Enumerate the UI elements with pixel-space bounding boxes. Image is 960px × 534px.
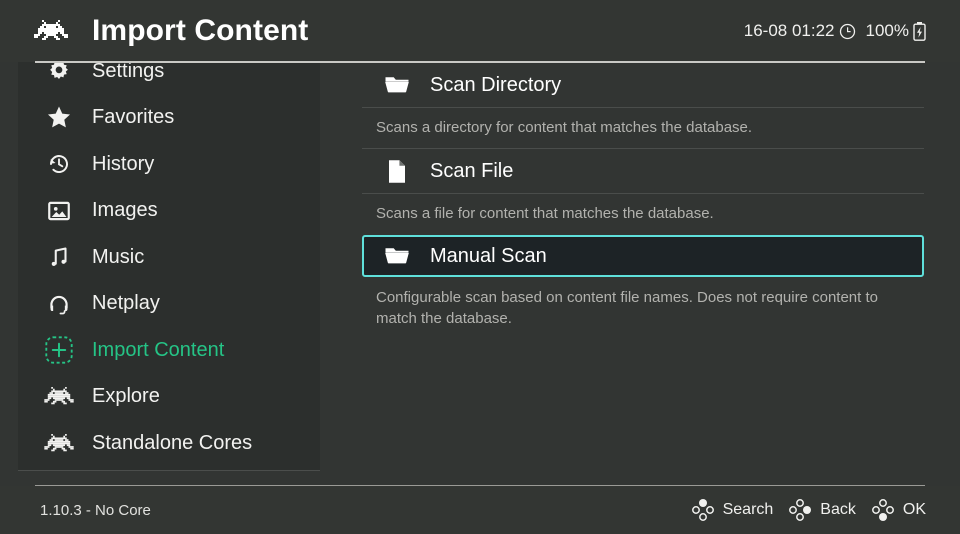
content-entry-scan-directory[interactable]: Scan Directory xyxy=(362,62,924,108)
music-icon xyxy=(46,244,72,270)
sidebar-item-netplay[interactable]: Netplay xyxy=(18,281,320,328)
history-icon-wrapper xyxy=(40,147,78,181)
hint-label: OK xyxy=(902,501,926,518)
invader-icon-wrapper xyxy=(40,380,78,414)
sidebar-item-standalone-cores[interactable]: Standalone Cores xyxy=(18,420,320,467)
sidebar-item-music[interactable]: Music xyxy=(18,234,320,281)
clock-icon xyxy=(839,23,855,39)
pad-right-icon xyxy=(789,499,812,521)
invader-icon xyxy=(34,20,68,42)
content-list: Scan Directory Scans a directory for cont… xyxy=(362,62,924,339)
page-title: Import Content xyxy=(92,14,309,47)
invader-icon-wrapper xyxy=(40,426,78,460)
content-entry-description: Scans a directory for content that match… xyxy=(376,119,753,136)
image-icon xyxy=(46,198,72,224)
image-icon-wrapper xyxy=(40,194,78,228)
folder-icon xyxy=(384,245,410,267)
battery-percent-label: 100% xyxy=(865,21,909,40)
sidebar-item-label: Music xyxy=(92,245,145,268)
sidebar-item-history[interactable]: History xyxy=(18,141,320,188)
file-icon-wrapper xyxy=(382,158,412,184)
hint-label: Search xyxy=(722,501,774,518)
sidebar-item-images[interactable]: Images xyxy=(18,188,320,235)
sidebar-item-label: Settings xyxy=(92,59,165,82)
sidebar-bottom-divider xyxy=(18,470,320,471)
sidebar-item-favorites[interactable]: Favorites xyxy=(18,95,320,142)
star-icon xyxy=(45,104,73,131)
hint-ok[interactable]: OK xyxy=(871,499,926,521)
version-label: 1.10.3 - No Core xyxy=(40,501,151,519)
folder-icon xyxy=(384,74,410,96)
pad-down-icon xyxy=(871,499,894,521)
sidebar-nav-list: Settings Favorites History Images Music Netpl… xyxy=(18,48,320,467)
content-entry-description: Configurable scan based on content file … xyxy=(376,289,878,327)
sidebar-item-import-content[interactable]: Import Content xyxy=(18,327,320,374)
hint-search[interactable]: Search xyxy=(691,499,774,521)
content-entry-label: Scan Directory xyxy=(430,73,562,96)
folder-icon-wrapper xyxy=(382,243,412,269)
retroarch-menu-screen: Import Content 16-08 01:22 100% Settings… xyxy=(0,0,960,534)
pad-up-icon xyxy=(691,499,714,521)
header-bar: Import Content 16-08 01:22 100% xyxy=(0,0,960,62)
netplay-icon xyxy=(46,291,72,317)
sidebar-item-label: Standalone Cores xyxy=(92,431,253,454)
invader-icon xyxy=(44,387,74,406)
sidebar-item-label: Netplay xyxy=(92,292,160,315)
folder-icon-wrapper xyxy=(382,72,412,98)
file-icon xyxy=(386,159,408,184)
header-divider xyxy=(35,61,925,63)
content-entry-label: Manual Scan xyxy=(430,244,547,267)
content-entry-description: Scans a file for content that matches th… xyxy=(376,205,714,222)
hint-back[interactable]: Back xyxy=(789,499,856,521)
battery-group: 100% xyxy=(866,21,926,41)
status-area: 16-08 01:22 100% xyxy=(744,0,926,62)
sidebar: Settings Favorites History Images Music Netpl… xyxy=(18,60,320,471)
plus-box-icon xyxy=(44,335,74,365)
content-entry-scan-file[interactable]: Scan File xyxy=(362,148,924,194)
hint-label: Back xyxy=(820,501,856,518)
sidebar-item-label: Import Content xyxy=(92,338,225,361)
sidebar-item-label: Favorites xyxy=(92,106,175,129)
music-icon-wrapper xyxy=(40,240,78,274)
plus-box-icon-wrapper xyxy=(40,333,78,367)
sidebar-item-label: Explore xyxy=(92,385,160,408)
footer-bar: 1.10.3 - No Core Search Back OK xyxy=(0,486,960,534)
content-entry-manual-scan[interactable]: Manual Scan xyxy=(362,235,924,277)
battery-charging-icon xyxy=(913,21,926,41)
sidebar-item-label: Images xyxy=(92,199,158,222)
clock-group: 16-08 01:22 xyxy=(744,21,856,41)
datetime-label: 16-08 01:22 xyxy=(743,21,835,40)
sidebar-item-label: History xyxy=(92,152,155,175)
star-icon-wrapper xyxy=(40,101,78,135)
content-entry-label: Scan File xyxy=(430,159,514,182)
invader-icon xyxy=(44,433,74,453)
netplay-icon-wrapper xyxy=(40,287,78,321)
footer-hints: Search Back OK xyxy=(691,486,926,534)
sidebar-item-explore[interactable]: Explore xyxy=(18,374,320,421)
history-icon xyxy=(46,151,72,177)
